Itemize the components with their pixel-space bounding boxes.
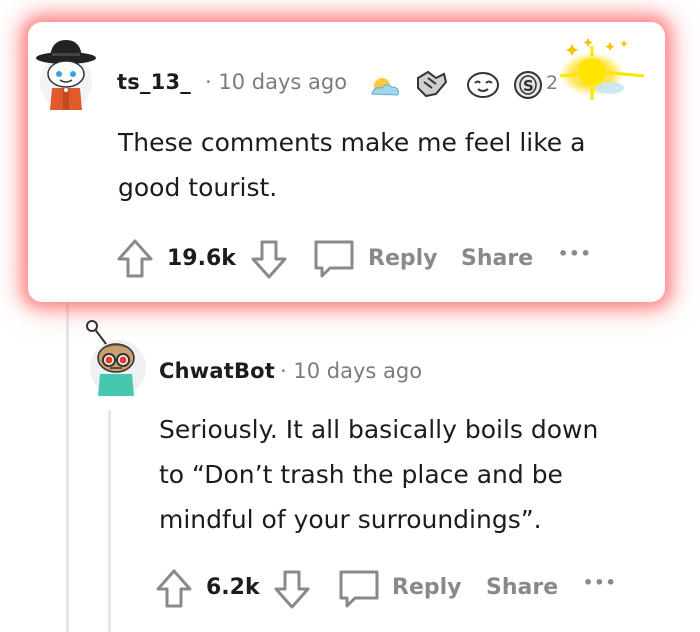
comment-body-line: mindful of your surroundings”.	[159, 505, 542, 534]
downvote-icon[interactable]	[273, 568, 311, 614]
share-button[interactable]: Share	[461, 246, 533, 271]
snoo-cowboy-avatar-icon	[36, 40, 96, 110]
reply-button[interactable]: Reply	[392, 575, 462, 600]
reply-bubble-icon[interactable]	[312, 238, 356, 284]
vote-count: 6.2k	[206, 575, 260, 600]
reply-button[interactable]: Reply	[368, 246, 438, 271]
downvote-icon[interactable]	[250, 238, 288, 284]
comment-author[interactable]: ts_13_	[117, 70, 191, 94]
comment-timestamp: · 10 days ago	[205, 70, 348, 94]
sun-cloud-award-icon[interactable]	[368, 72, 402, 104]
avatar[interactable]	[36, 34, 96, 112]
comment-timestamp: · 10 days ago	[280, 359, 423, 383]
silver-coin-award-icon[interactable]: S	[512, 70, 544, 104]
vote-count: 19.6k	[167, 246, 236, 271]
upvote-icon[interactable]	[116, 238, 154, 284]
comment-body-line: to “Don’t trash the place and be	[159, 460, 563, 489]
comment-author[interactable]: ChwatBot	[159, 359, 275, 383]
share-button[interactable]: Share	[486, 575, 558, 600]
comment-body: These comments make me feel like a good …	[118, 120, 648, 210]
more-options-button[interactable]: •••	[583, 573, 617, 592]
more-options-button[interactable]: •••	[558, 244, 592, 263]
upvote-icon[interactable]	[155, 568, 193, 614]
comment-body-line: good tourist.	[118, 173, 278, 202]
comment-body: Seriously. It all basically boils down t…	[159, 407, 684, 542]
avatar[interactable]	[82, 318, 146, 398]
sparkle-sun-award-icon[interactable]	[558, 36, 650, 110]
comment-thread: ts_13_ · 10 days ago S 2 These comments …	[0, 0, 700, 632]
snoo-glasses-avatar-icon	[86, 320, 146, 396]
handshake-award-icon[interactable]	[414, 68, 448, 104]
comment-body-line: These comments make me feel like a	[118, 128, 586, 157]
comment-body-line: Seriously. It all basically boils down	[159, 415, 599, 444]
svg-text:S: S	[523, 77, 534, 95]
reply-thread-line[interactable]	[108, 410, 111, 632]
wholesome-face-award-icon[interactable]	[466, 70, 500, 104]
reply-bubble-icon[interactable]	[337, 568, 381, 614]
award-count: 2	[546, 72, 559, 94]
